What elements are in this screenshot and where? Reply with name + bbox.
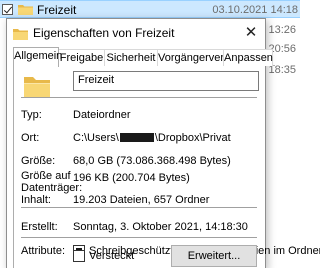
hidden-checkbox[interactable]	[73, 250, 85, 262]
size-on-disk-label: Größe auf Datenträger:	[21, 170, 83, 194]
tab-strip: Allgemein Freigabe Sicherheit Vorgängerv…	[13, 47, 273, 67]
folder-icon	[18, 5, 33, 15]
tab-sicherheit[interactable]: Sicherheit	[104, 49, 158, 66]
folder-icon	[13, 29, 28, 40]
location-suffix: \Dropbox\Privat	[154, 132, 231, 144]
location-label: Ort:	[21, 132, 40, 144]
contents-label: Inhalt:	[21, 194, 51, 206]
explorer-row-name: Freizeit	[37, 3, 77, 17]
created-label: Erstellt:	[21, 221, 58, 233]
folder-icon	[24, 77, 50, 98]
attributes-label: Attribute:	[21, 245, 66, 257]
type-value: Dateiordner	[73, 109, 131, 121]
location-value: C:\Users\ \Dropbox\Privat	[73, 132, 231, 144]
location-prefix: C:\Users\	[73, 132, 119, 144]
dialog-title: Eigenschaften von Freizeit	[33, 26, 175, 40]
tab-allgemein[interactable]: Allgemein	[13, 47, 62, 67]
size-on-disk-value: 196 KB (200.704 Bytes)	[73, 172, 190, 184]
row-checkbox[interactable]	[2, 4, 13, 15]
divider	[21, 207, 257, 208]
hidden-label: Versteckt	[89, 250, 135, 262]
dialog-titlebar[interactable]: Eigenschaften von Freizeit ✕	[7, 19, 265, 47]
divider	[21, 237, 257, 238]
size-label: Größe:	[21, 155, 56, 167]
size-value: 68,0 GB (73.086.368.498 Bytes)	[73, 155, 231, 167]
close-button[interactable]: ✕	[241, 24, 261, 42]
tab-vorgaengerversionen[interactable]: Vorgängerversionen	[157, 49, 256, 66]
tab-anpassen[interactable]: Anpassen	[223, 49, 273, 66]
folder-name-input[interactable]: Freizeit	[73, 71, 259, 91]
explorer-row-freizeit[interactable]: Freizeit 03.10.2021 14:18	[0, 0, 300, 18]
created-value: Sonntag, 3. Oktober 2021, 14:18:30	[73, 221, 248, 233]
explorer-row-date: 03.10.2021 14:18	[212, 4, 298, 16]
divider	[21, 97, 257, 98]
properties-dialog: Eigenschaften von Freizeit ✕ Allgemein F…	[6, 18, 320, 268]
redaction-bar	[119, 133, 154, 142]
type-label: Typ:	[21, 109, 42, 121]
advanced-button[interactable]: Erweitert...	[171, 245, 257, 267]
tab-freigabe[interactable]: Freigabe	[58, 49, 105, 66]
contents-value: 19.203 Dateien, 657 Ordner	[73, 194, 210, 206]
